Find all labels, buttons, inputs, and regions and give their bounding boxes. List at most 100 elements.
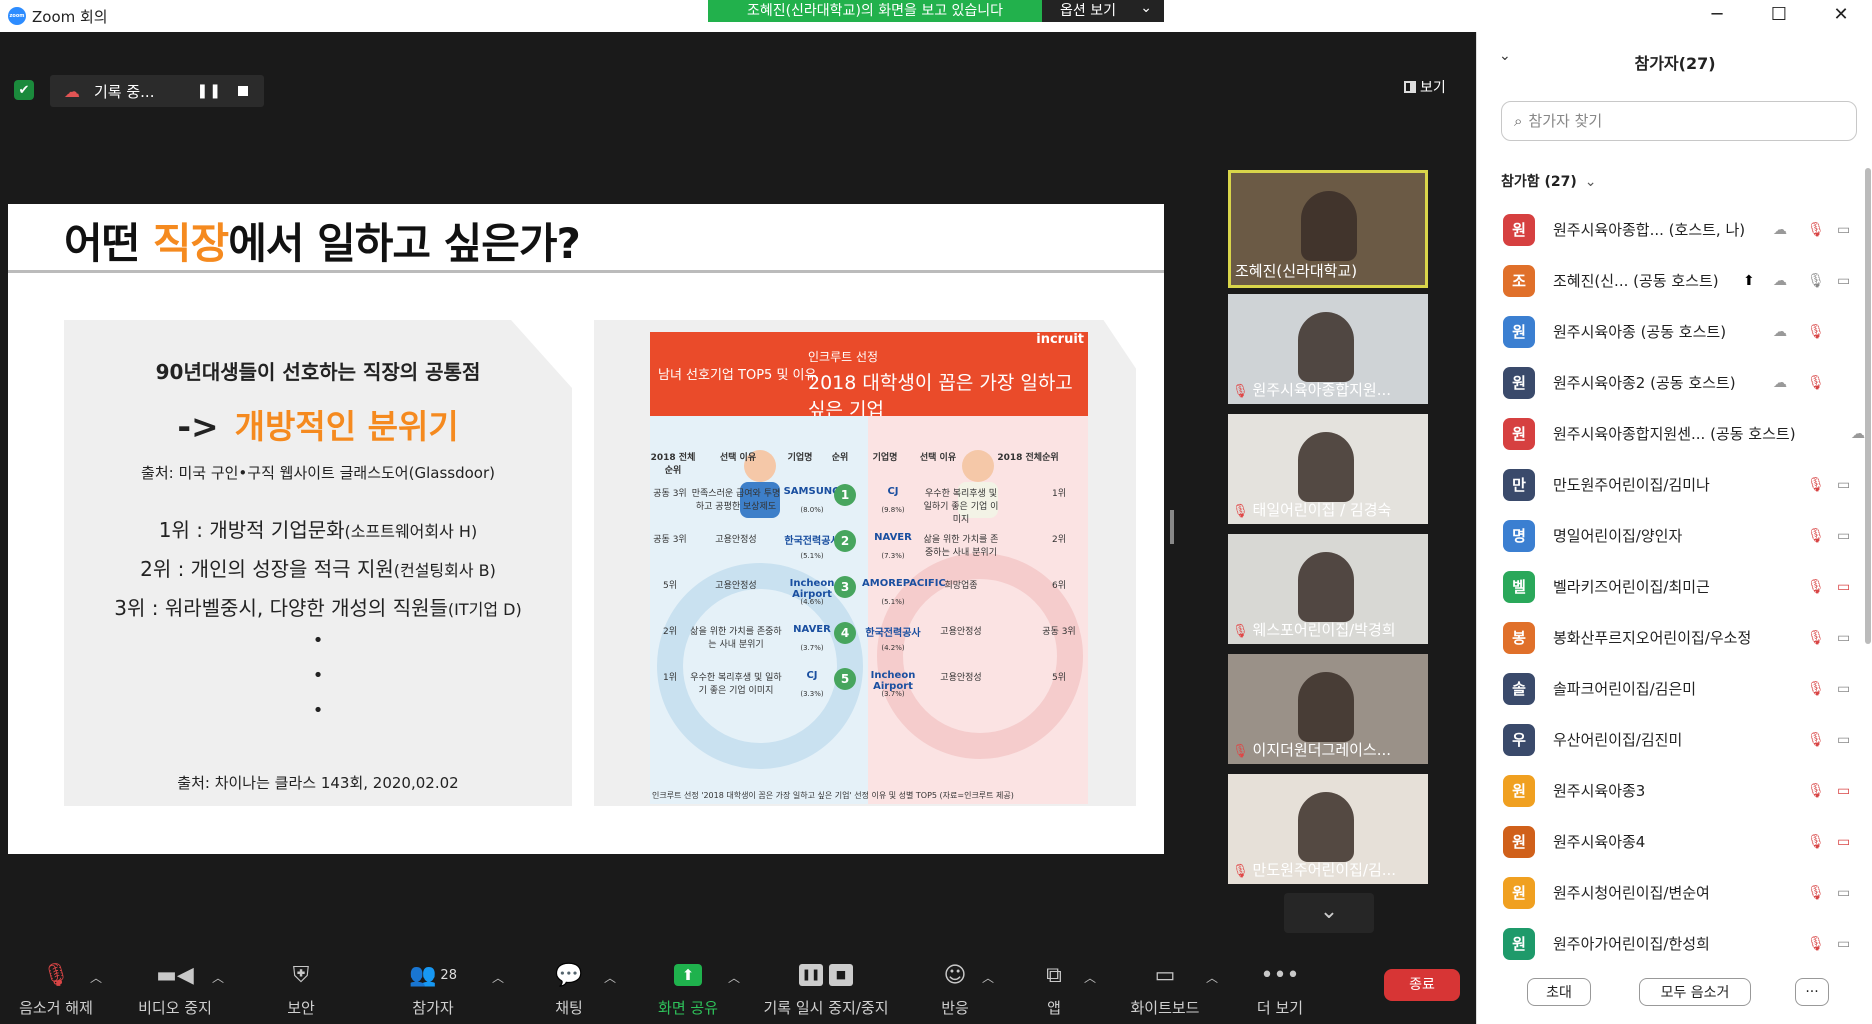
info-left-reason: 고용안정성 <box>715 581 757 591</box>
stop-video-button[interactable]: ▬◀ 비디오 중지 <box>130 947 220 1024</box>
audio-options-caret[interactable]: ︿ <box>90 969 102 986</box>
minimize-button[interactable]: ─ <box>1686 0 1748 28</box>
muted-mic-icon: 🎙 <box>1232 744 1249 759</box>
info-right-rank: 공동 3위 <box>1042 627 1076 637</box>
participant-row[interactable]: 우 우산어린이집/김진미 🎙 ▭ <box>1477 714 1867 765</box>
video-thumbnail[interactable]: 조혜진(신라대학교) <box>1228 170 1428 288</box>
bullet-dot: • <box>312 630 324 651</box>
info-right-company: Incheon Airport <box>870 670 916 692</box>
video-camera-icon: ▭ <box>1837 272 1851 289</box>
maximize-button[interactable]: ☐ <box>1748 0 1810 28</box>
participant-list: 원 원주시육아종합... (호스트, 나) ☁ 🎙 ▭ 조 조혜진(신... (공동 호스트… <box>1477 204 1867 969</box>
infographic-header: 남녀 선호기업 TOP5 및 이유 인크루트 선정 2018 대학생이 꼽은 가… <box>650 332 1088 421</box>
left-arrow: -> <box>177 407 219 446</box>
muted-mic-icon: 🎙 <box>1232 624 1249 639</box>
video-thumbnail[interactable]: 🎙 웨스포어린이집/박경희 <box>1228 534 1428 644</box>
participant-row[interactable]: 솔 솔파크어린이집/김은미 🎙 ▭ <box>1477 663 1867 714</box>
view-button[interactable]: 보기 <box>1404 77 1446 97</box>
mute-all-button[interactable]: 모두 음소거 <box>1639 978 1751 1006</box>
participant-row[interactable]: 원 원주시육아종 (공동 호스트) ☁ 🎙 <box>1477 306 1867 357</box>
video-options-caret[interactable]: ︿ <box>212 969 224 986</box>
pause-recording-button[interactable]: ❚❚ <box>196 83 221 99</box>
slide-title-pre: 어떤 <box>64 219 153 268</box>
participant-row[interactable]: 원 원주시청어린이집/변순여 🎙 ▭ <box>1477 867 1867 918</box>
info-right-pct: (3.7%) <box>881 690 905 698</box>
info-rank-badge: 5 <box>834 668 856 690</box>
participant-row[interactable]: 벨 벨라키즈어린이집/최미근 🎙 ▭ <box>1477 561 1867 612</box>
share-screen-icon: ⬆ <box>674 957 702 993</box>
video-thumbnail[interactable]: 🎙 원주시육아종합지원... <box>1228 294 1428 404</box>
participant-row[interactable]: 원 원주시육아종합지원센... (공동 호스트) ☁ <box>1477 408 1867 459</box>
split-resize-handle[interactable] <box>1170 510 1174 544</box>
gender-figures-svg <box>657 450 1083 769</box>
invite-button[interactable]: 초대 <box>1527 978 1591 1006</box>
avatar: 원 <box>1503 366 1535 399</box>
whiteboard-options-caret[interactable]: ︿ <box>1206 969 1218 986</box>
close-button[interactable]: ✕ <box>1810 0 1872 28</box>
whiteboard-button[interactable]: ▭ 화이트보드 <box>1124 947 1206 1024</box>
participant-search-box[interactable]: ⌕ <box>1501 101 1857 141</box>
slide-title: 어떤 직장에서 일하고 싶은가? <box>64 210 581 271</box>
security-button[interactable]: ⛨ 보안 <box>276 947 326 1024</box>
participant-row[interactable]: 만 만도원주어린이집/김미나 🎙 ▭ <box>1477 459 1867 510</box>
incruit-logo: incruit <box>1036 332 1084 347</box>
stop-recording-button[interactable] <box>237 86 248 96</box>
participant-name: 원주시육아종합지원센... (공동 호스트) <box>1553 425 1796 443</box>
video-thumbnail[interactable]: 🎙 이지더원더그레이스... <box>1228 654 1428 764</box>
microphone-muted-icon: 🎙 <box>1807 782 1825 799</box>
chat-options-caret[interactable]: ︿ <box>604 969 616 986</box>
encryption-shield-icon[interactable]: ✔ <box>14 80 34 100</box>
video-thumbnail[interactable]: 🎙 태일어린이집 / 김경숙 <box>1228 414 1428 524</box>
share-banner-text: 조혜진(신라대학교)의 화면을 보고 있습니다 <box>708 0 1042 22</box>
video-thumbnail[interactable]: 🎙 만도원주어린이집/김... <box>1228 774 1428 884</box>
avatar: 조 <box>1503 264 1535 297</box>
scroll-thumbnails-down-button[interactable]: ⌄ <box>1284 893 1374 933</box>
participant-row[interactable]: 원 원주시육아종3 🎙 ▭ <box>1477 765 1867 816</box>
participant-row[interactable]: 원 원주시육아종2 (공동 호스트) ☁ 🎙 <box>1477 357 1867 408</box>
participant-row[interactable]: 조 조혜진(신... (공동 호스트) ⬆ ☁ 🎙 ▭ <box>1477 255 1867 306</box>
video-camera-off-icon: ▭ <box>1837 833 1851 850</box>
participant-row[interactable]: 원 원주시육아종합... (호스트, 나) ☁ 🎙 ▭ <box>1477 204 1867 255</box>
thumbnail-name: 🎙 태일어린이집 / 김경숙 <box>1232 499 1391 520</box>
unmute-button[interactable]: 🎙 음소거 해제 <box>14 947 98 1024</box>
participant-row[interactable]: 원 원주시육아종4 🎙 ▭ <box>1477 816 1867 867</box>
participant-name: 솔파크어린이집/김은미 <box>1553 680 1697 698</box>
recording-cloud-icon: ☁ <box>1773 323 1787 340</box>
info-right-reason: 고용안정성 <box>940 673 982 683</box>
view-options-button[interactable]: 옵션 보기 <box>1042 0 1164 22</box>
reactions-button[interactable]: ☺ 반응 <box>930 947 980 1024</box>
participants-button[interactable]: 👥 28 참가자 <box>400 947 466 1024</box>
more-button[interactable]: ••• 더 보기 <box>1252 947 1308 1024</box>
participant-name: 원주시육아종2 (공동 호스트) <box>1553 374 1736 392</box>
left-highlight-line: -> 개방적인 분위기 <box>64 400 572 448</box>
share-options-caret[interactable]: ︿ <box>728 969 740 986</box>
apps-options-caret[interactable]: ︿ <box>1084 969 1096 986</box>
info-left-rank: 공동 3위 <box>653 535 687 545</box>
info-rank-badge: 2 <box>834 530 856 552</box>
reactions-options-caret[interactable]: ︿ <box>982 969 994 986</box>
participant-row[interactable]: 봉 봉화산푸르지오어린이집/우소정 🎙 ▭ <box>1477 612 1867 663</box>
participant-name: 조혜진(신... (공동 호스트) <box>1553 272 1719 290</box>
avatar: 원 <box>1503 927 1535 960</box>
participants-options-caret[interactable]: ︿ <box>492 969 504 986</box>
video-camera-off-icon: ▭ <box>1837 578 1851 595</box>
share-screen-button[interactable]: ⬆ 화면 공유 <box>650 947 726 1024</box>
participant-name: 원주시육아종4 <box>1553 833 1646 851</box>
joined-group-header[interactable]: 참가함 (27) ⌄ <box>1501 171 1597 191</box>
avatar: 벨 <box>1503 570 1535 603</box>
info-rank-badge: 3 <box>834 576 856 598</box>
end-meeting-button[interactable]: 종료 <box>1384 969 1460 1001</box>
participant-row[interactable]: 명 명일어린이집/양인자 🎙 ▭ <box>1477 510 1867 561</box>
info-left-company: Incheon Airport <box>789 578 835 600</box>
thumbnail-name: 🎙 원주시육아종합지원... <box>1232 379 1391 400</box>
participant-list-scrollbar[interactable] <box>1865 168 1871 644</box>
panel-more-button[interactable]: ··· <box>1795 978 1829 1006</box>
chat-button[interactable]: 💬 채팅 <box>544 947 594 1024</box>
microphone-muted-icon: 🎙 <box>1807 476 1825 493</box>
participant-search-input[interactable] <box>1528 112 1829 130</box>
more-label: 더 보기 <box>1256 999 1304 1017</box>
microphone-muted-icon: 🎙 <box>1807 884 1825 901</box>
participant-row[interactable]: 원 원주아가어린이집/한성희 🎙 ▭ <box>1477 918 1867 969</box>
pause-stop-recording-button[interactable]: ❚❚ ■ 기록 일시 중지/중지 <box>756 947 896 1024</box>
apps-button[interactable]: ⧉ 앱 <box>1034 947 1074 1024</box>
